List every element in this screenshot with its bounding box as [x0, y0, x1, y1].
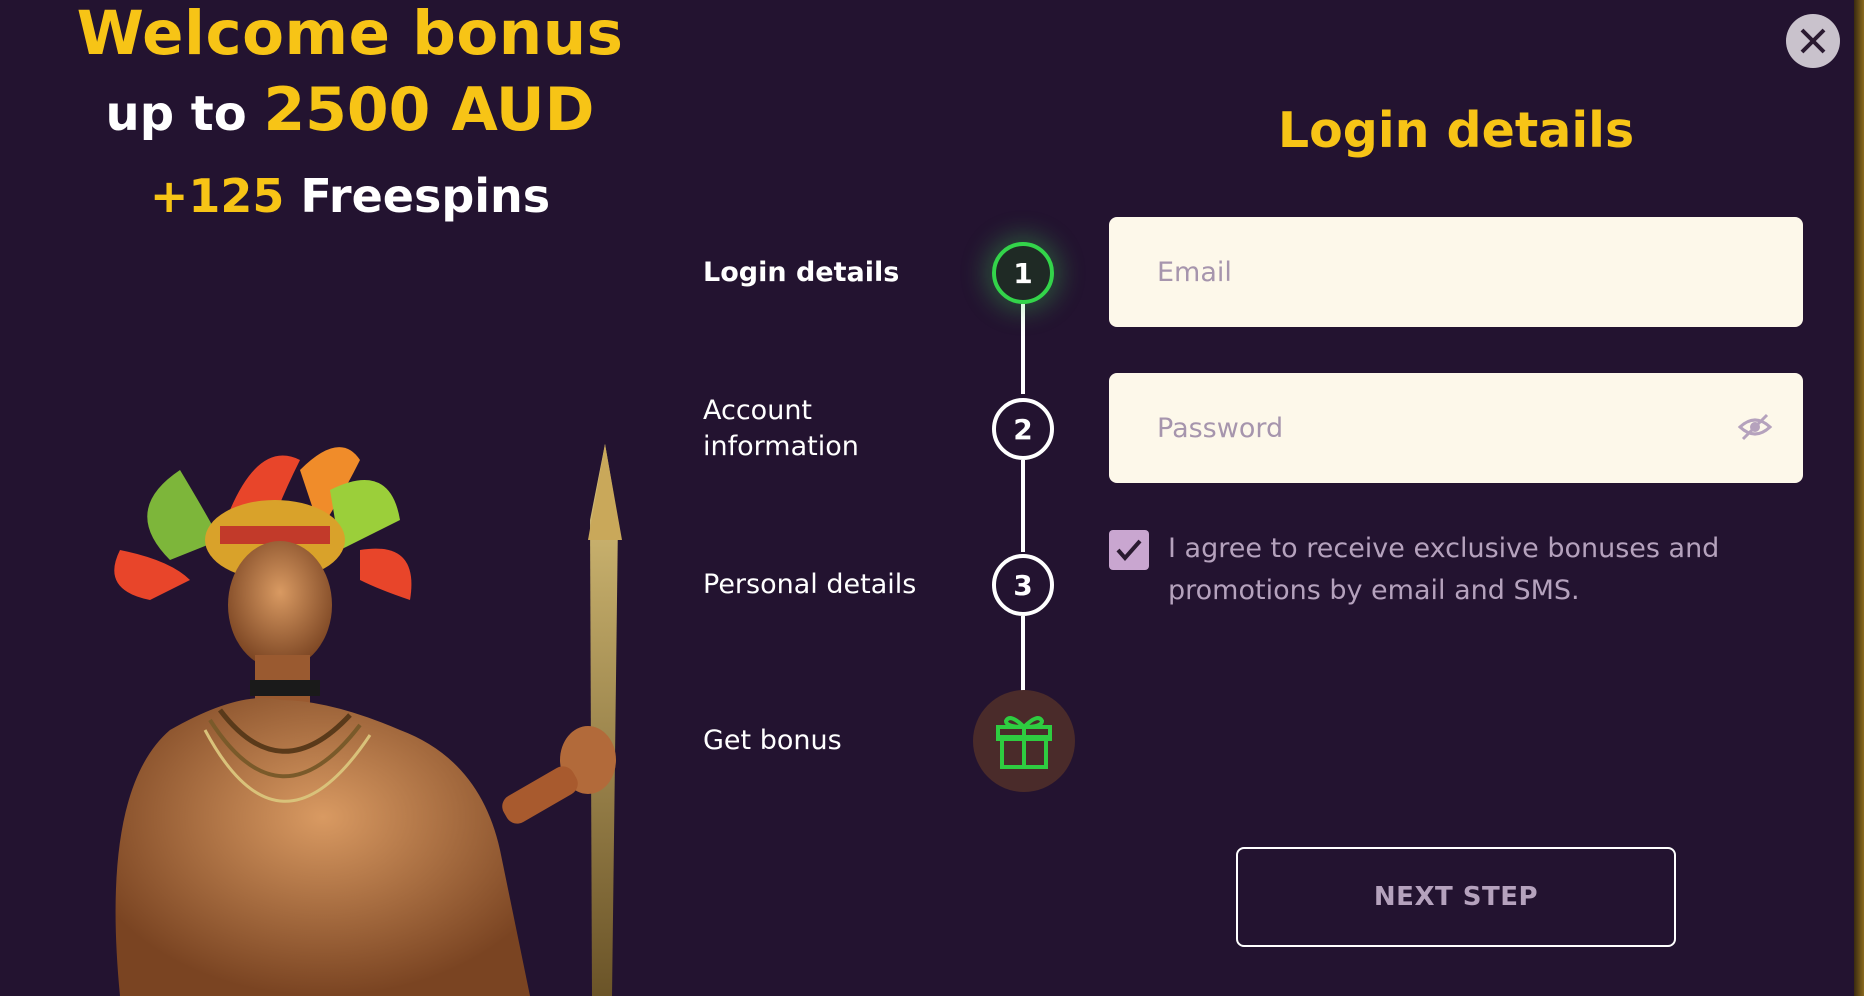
step-label-account-line1: Account [703, 395, 813, 426]
step-indicator-bonus [973, 690, 1075, 792]
promo-amount: 2500 AUD [263, 75, 595, 145]
step-label-login-details: Login details [703, 257, 900, 288]
bonus-promo: Welcome bonus up to 2500 AUD +125 Freesp… [40, 0, 660, 226]
gift-icon [996, 716, 1052, 769]
step-indicator-3: 3 [992, 554, 1054, 616]
step-indicator-2: 2 [992, 398, 1054, 460]
stepper-connector [1021, 616, 1025, 694]
eye-slash-icon[interactable] [1737, 411, 1773, 443]
email-field[interactable] [1155, 255, 1719, 289]
step-label-account-line2: information [703, 431, 859, 462]
form-title: Login details [1277, 102, 1635, 159]
registration-modal: Welcome bonus up to 2500 AUD +125 Freesp… [0, 0, 1864, 996]
password-field[interactable] [1155, 411, 1719, 445]
step-indicator-1: 1 [992, 242, 1054, 304]
step-label-account-information: Account information [703, 393, 859, 465]
checkmark-icon [1116, 539, 1142, 562]
step-label-get-bonus: Get bonus [703, 725, 842, 756]
password-field-container [1109, 373, 1803, 483]
warrior-illustration [114, 444, 622, 996]
close-icon [1800, 28, 1826, 54]
email-field-container [1109, 217, 1803, 327]
promo-freespins-label: Freespins [300, 169, 551, 223]
stepper-connector [1021, 460, 1025, 552]
stepper-connector [1021, 304, 1025, 394]
promo-headline: Welcome bonus [76, 0, 624, 69]
next-step-button[interactable]: NEXT STEP [1236, 847, 1676, 947]
close-button[interactable] [1786, 14, 1840, 68]
consent-checkbox[interactable] [1109, 530, 1149, 570]
consent-label: I agree to receive exclusive bonuses and… [1168, 533, 1720, 606]
promo-freespins-line: +125 Freespins [40, 166, 660, 226]
promo-freespins-count: +125 [149, 169, 285, 223]
promo-up-to: up to [105, 86, 247, 142]
step-label-personal-details: Personal details [703, 569, 917, 600]
promo-amount-line: up to 2500 AUD [40, 72, 660, 152]
background-edge [1854, 0, 1864, 996]
